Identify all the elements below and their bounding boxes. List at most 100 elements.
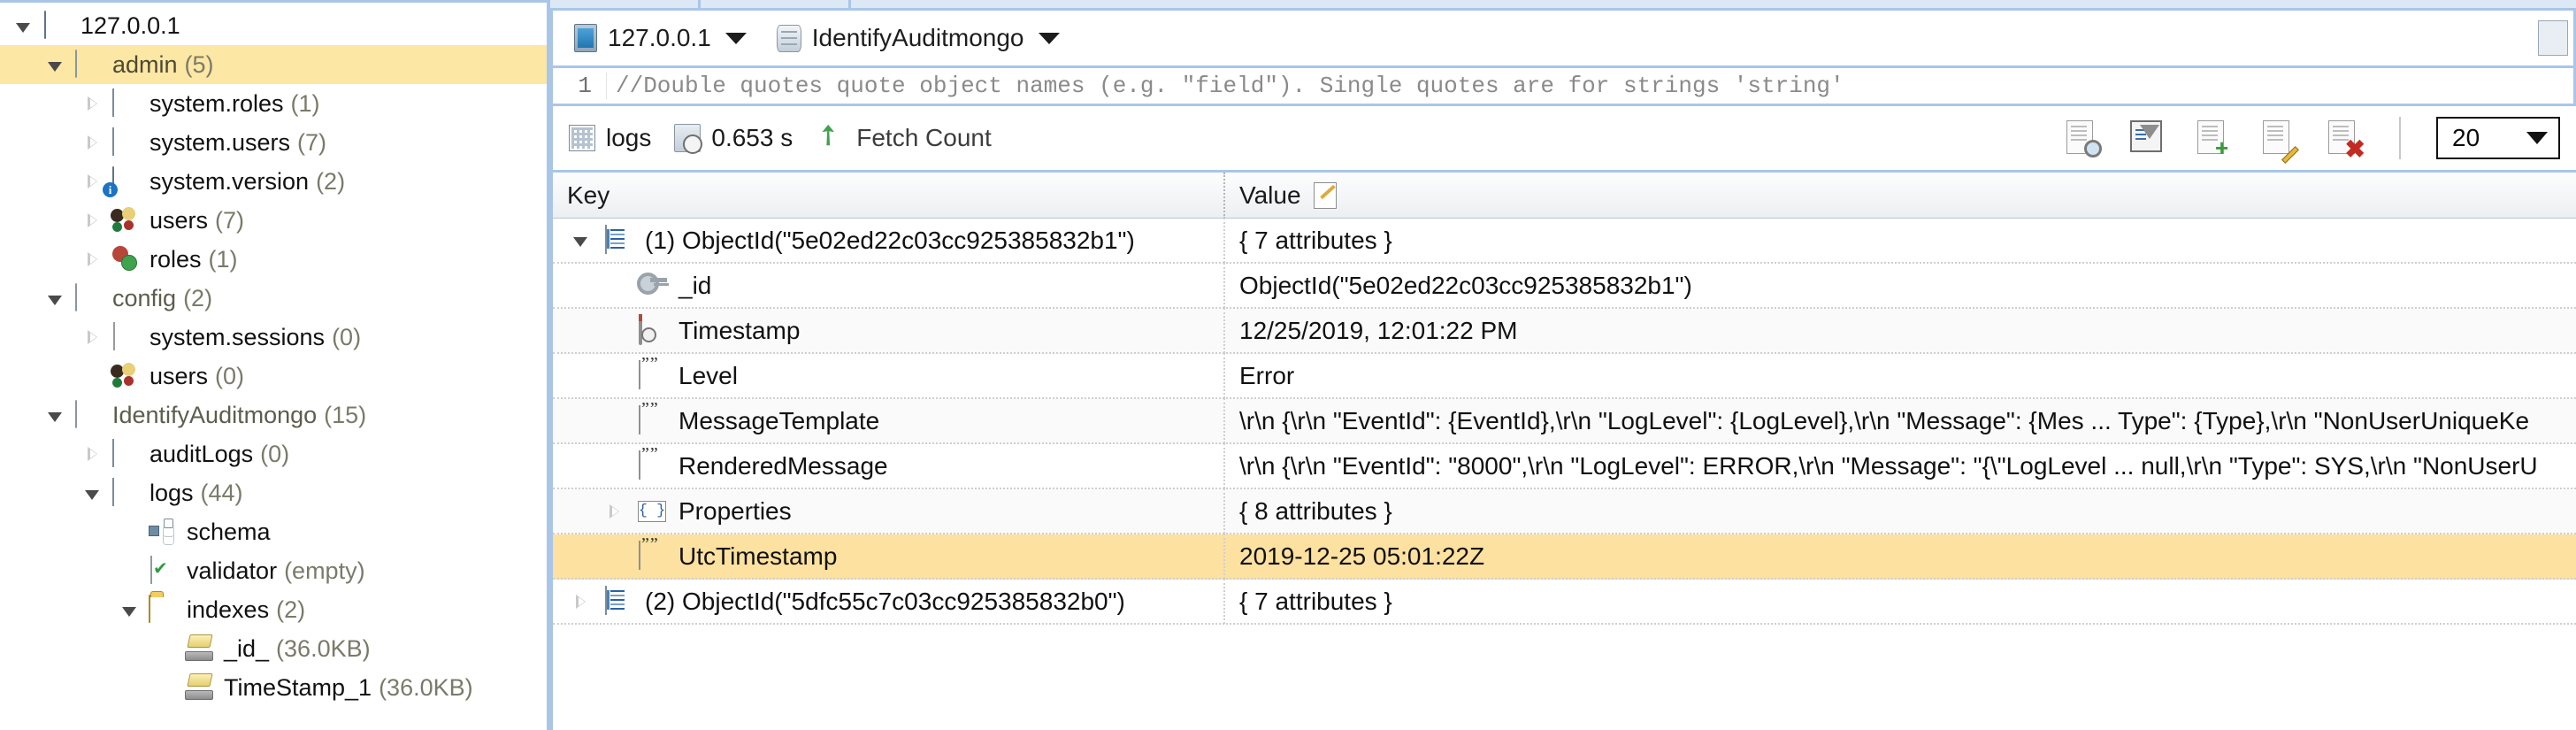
table-row[interactable]: MessageTemplate \r\n {\r\n "EventId": {Ev…: [553, 398, 2576, 444]
tree-item-count: (0): [260, 440, 290, 467]
table-cell-key[interactable]: _id: [553, 263, 1225, 308]
insert-document-button[interactable]: +: [2194, 119, 2233, 159]
database-tree-sidebar[interactable]: 127.0.0.1 admin (5) system.roles (1) system.u…: [0, 0, 550, 730]
chevron-down-icon[interactable]: [724, 32, 747, 44]
table-row[interactable]: (2) ObjectId("5dfc55c7c03cc925385832b0")…: [553, 579, 2576, 625]
table-cell-key[interactable]: UtcTimestamp: [553, 534, 1225, 579]
table-row[interactable]: (1) ObjectId("5e02ed22c03cc925385832b1")…: [553, 218, 2576, 264]
chevron-down-icon[interactable]: [1038, 32, 1060, 44]
tab-piece[interactable]: [701, 0, 851, 8]
table-cell-key-label: UtcTimestamp: [678, 542, 838, 570]
edit-document-button[interactable]: [2259, 119, 2299, 164]
column-header-key[interactable]: Key: [553, 173, 1225, 219]
tree-item-system-version[interactable]: system.version(2): [0, 162, 547, 201]
collapsed-twisty-icon[interactable]: [76, 252, 108, 266]
column-header-value[interactable]: Value: [1225, 173, 2576, 219]
table-cell-value[interactable]: 2019-12-25 05:01:22Z: [1225, 534, 2576, 579]
collapsed-twisty-icon[interactable]: [76, 213, 108, 227]
table-cell-value[interactable]: { 7 attributes }: [1225, 579, 2576, 624]
tree-item-validator[interactable]: validator(empty): [0, 551, 547, 590]
tree-item-logs[interactable]: logs (44): [0, 473, 547, 512]
tree-item-timestamp-1[interactable]: TimeStamp_1 (36.0KB): [0, 668, 547, 707]
table-cell-key[interactable]: (2) ObjectId("5dfc55c7c03cc925385832b0"): [553, 579, 1225, 624]
tree-item-127-0-0-1[interactable]: 127.0.0.1: [0, 6, 547, 45]
tree-item-users[interactable]: users (0): [0, 357, 547, 396]
tree-item-count: (empty): [284, 557, 365, 584]
breadcrumb-right-actions[interactable]: [2538, 11, 2573, 65]
query-editor[interactable]: 1 //Double quotes quote object names (e.…: [550, 65, 2576, 106]
filter-fields-button[interactable]: [2128, 119, 2167, 158]
table-row[interactable]: RenderedMessage \r\n {\r\n "EventId": "80…: [553, 443, 2576, 489]
table-cell-value[interactable]: \r\n {\r\n "EventId": {EventId},\r\n "Lo…: [1225, 398, 2576, 443]
table-cell-key[interactable]: Properties: [553, 488, 1225, 534]
application-window: 127.0.0.1 admin (5) system.roles (1) system.u…: [0, 0, 2576, 730]
tree-item-identifyauditmongo[interactable]: IdentifyAuditmongo (15): [0, 396, 547, 434]
table-cell-value[interactable]: \r\n {\r\n "EventId": "8000",\r\n "LogLe…: [1225, 443, 2576, 488]
table-cell-key[interactable]: MessageTemplate: [553, 398, 1225, 443]
expanded-twisty-icon[interactable]: [39, 409, 71, 422]
table-cell-value[interactable]: Error: [1225, 353, 2576, 398]
expanded-twisty-icon[interactable]: [7, 19, 39, 33]
result-collection[interactable]: logs: [569, 124, 651, 152]
tree-item-auditlogs[interactable]: auditLogs (0): [0, 434, 547, 473]
expanded-twisty-icon[interactable]: [560, 234, 601, 247]
collapsed-twisty-icon[interactable]: [76, 330, 108, 344]
results-table[interactable]: Key Value (1) ObjectId("5e02ed22c03cc925…: [550, 170, 2576, 730]
table-row[interactable]: Level Error: [553, 353, 2576, 399]
tree-item-system-sessions[interactable]: system.sessions (0): [0, 318, 547, 357]
table-cell-value[interactable]: ObjectId("5e02ed22c03cc925385832b1"): [1225, 263, 2576, 308]
tree-item-label: system.version: [150, 167, 310, 195]
tree-item-config[interactable]: config (2): [0, 279, 547, 318]
table-body[interactable]: (1) ObjectId("5e02ed22c03cc925385832b1")…: [553, 218, 2576, 625]
tree-item-indexes[interactable]: indexes (2): [0, 590, 547, 629]
table-row[interactable]: UtcTimestamp 2019-12-25 05:01:22Z: [553, 534, 2576, 580]
tree-item-schema[interactable]: schema: [0, 512, 547, 551]
result-limit-select[interactable]: 20: [2436, 117, 2560, 159]
calendar-clock-icon: [634, 313, 670, 346]
breadcrumb-database[interactable]: IdentifyAuditmongo: [776, 24, 1060, 52]
table-cell-key-label: Level: [678, 361, 738, 389]
collection-grid-icon: [108, 88, 142, 118]
collapsed-twisty-icon[interactable]: [594, 503, 634, 519]
database-tree[interactable]: 127.0.0.1 admin (5) system.roles (1) system.u…: [0, 3, 547, 707]
collapsed-twisty-icon[interactable]: [560, 594, 601, 609]
tree-item-system-roles[interactable]: system.roles (1): [0, 84, 547, 123]
expanded-twisty-icon[interactable]: [76, 487, 108, 500]
editor-code-line[interactable]: //Double quotes quote object names (e.g.…: [606, 73, 1844, 99]
delete-document-button[interactable]: ✖: [2325, 119, 2365, 162]
tree-item-label: roles: [150, 245, 202, 273]
collapsed-twisty-icon[interactable]: [76, 96, 108, 111]
table-row[interactable]: _id ObjectId("5e02ed22c03cc925385832b1"): [553, 263, 2576, 309]
table-cell-value[interactable]: { 8 attributes }: [1225, 488, 2576, 534]
table-cell-value[interactable]: 12/25/2019, 12:01:22 PM: [1225, 308, 2576, 353]
view-document-button[interactable]: [2063, 119, 2102, 158]
tab-piece[interactable]: [550, 0, 701, 8]
table-cell-key[interactable]: RenderedMessage: [553, 443, 1225, 488]
table-row[interactable]: Properties { 8 attributes }: [553, 488, 2576, 534]
tree-item-system-users[interactable]: system.users (7): [0, 123, 547, 162]
tree-item-admin[interactable]: admin (5): [0, 45, 547, 84]
table-cell-key[interactable]: (1) ObjectId("5e02ed22c03cc925385832b1"): [553, 218, 1225, 263]
table-cell-key[interactable]: Level: [553, 353, 1225, 398]
tree-item-users[interactable]: users (7): [0, 201, 547, 240]
collapsed-twisty-icon[interactable]: [76, 135, 108, 150]
tab-strip[interactable]: [550, 0, 2576, 11]
table-row[interactable]: Timestamp 12/25/2019, 12:01:22 PM: [553, 308, 2576, 354]
breadcrumb-host[interactable]: 127.0.0.1: [574, 24, 747, 52]
expanded-twisty-icon[interactable]: [39, 58, 71, 72]
table-cell-key[interactable]: Timestamp: [553, 308, 1225, 353]
tree-item-roles[interactable]: roles (1): [0, 240, 547, 279]
chevron-down-icon[interactable]: [2526, 132, 2548, 144]
collapsed-twisty-icon[interactable]: [76, 447, 108, 461]
database-icon: [776, 24, 801, 52]
fetch-count-button[interactable]: Fetch Count: [816, 124, 992, 152]
tree-item--id-[interactable]: _id_ (36.0KB): [0, 629, 547, 668]
expanded-twisty-icon[interactable]: [113, 603, 145, 617]
string-icon: [634, 404, 670, 436]
panel-action-icon[interactable]: [2538, 20, 2568, 56]
filter-icon: [2130, 120, 2162, 152]
note-edit-icon: [1313, 181, 1337, 209]
expanded-twisty-icon[interactable]: [39, 292, 71, 305]
table-cell-value[interactable]: { 7 attributes }: [1225, 218, 2576, 263]
server-icon: [574, 24, 597, 52]
